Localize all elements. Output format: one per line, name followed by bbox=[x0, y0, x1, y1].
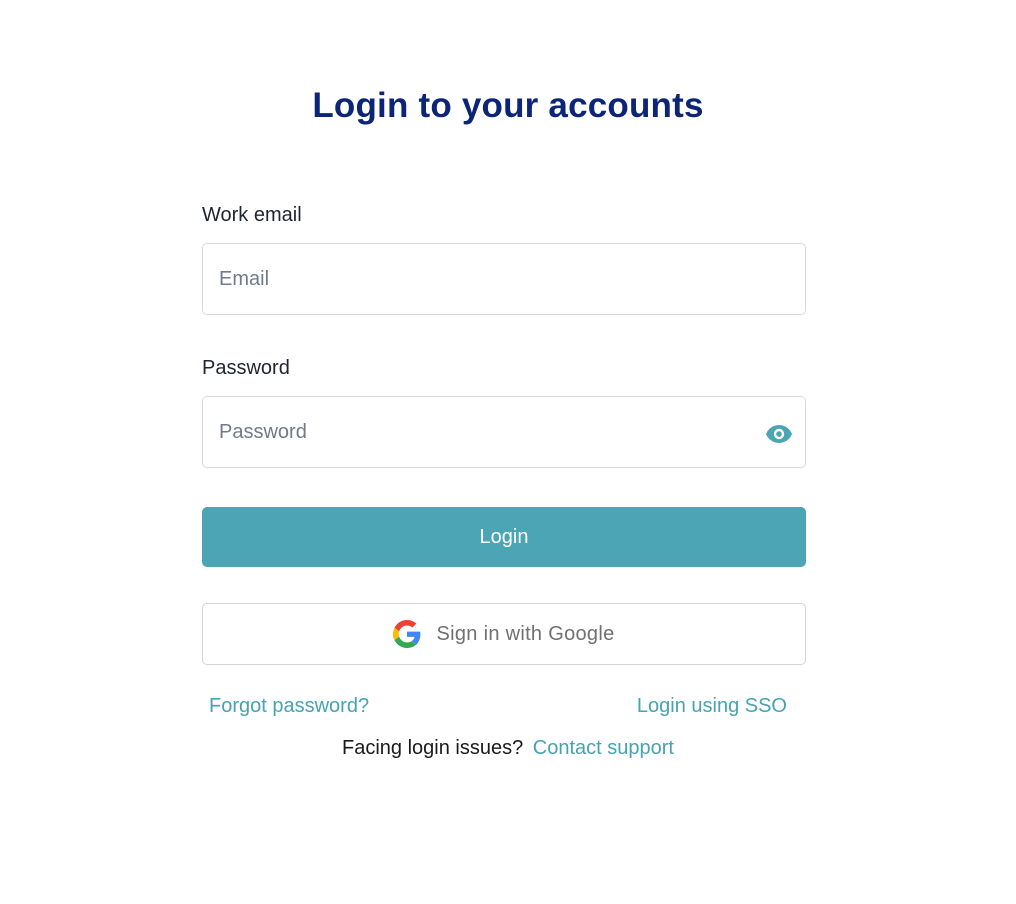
login-page: Login to your accounts Work email Passwo… bbox=[0, 0, 1016, 904]
login-button[interactable]: Login bbox=[202, 507, 806, 567]
password-field-container bbox=[202, 396, 806, 468]
email-label: Work email bbox=[202, 204, 302, 226]
support-row: Facing login issues? Contact support bbox=[0, 737, 1016, 760]
password-input[interactable] bbox=[203, 397, 805, 467]
forgot-password-link[interactable]: Forgot password? bbox=[209, 695, 369, 718]
page-title: Login to your accounts bbox=[312, 86, 704, 125]
google-icon bbox=[393, 620, 421, 648]
login-sso-link[interactable]: Login using SSO bbox=[637, 695, 787, 718]
email-field-container bbox=[202, 243, 806, 315]
email-input[interactable] bbox=[203, 244, 805, 314]
google-signin-label: Sign in with Google bbox=[436, 622, 615, 645]
password-label: Password bbox=[202, 357, 290, 379]
eye-icon[interactable] bbox=[765, 423, 793, 445]
google-signin-button[interactable]: Sign in with Google bbox=[202, 603, 806, 665]
support-text: Facing login issues? bbox=[342, 737, 524, 759]
contact-support-link[interactable]: Contact support bbox=[533, 737, 674, 759]
